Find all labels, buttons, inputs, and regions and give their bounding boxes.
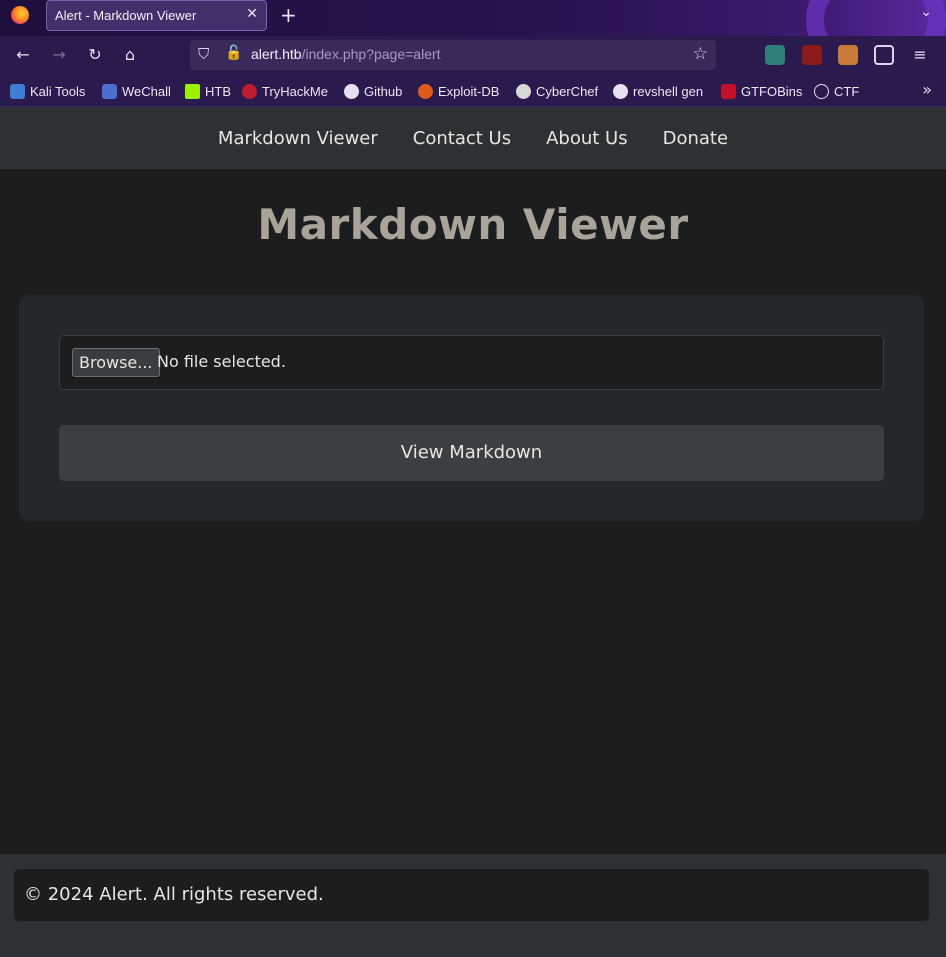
bookmark-htb[interactable]: HTB — [185, 82, 231, 100]
url-text[interactable]: alert.htb/index.php?page=alert — [251, 46, 441, 62]
bookmark-gtfobins[interactable]: GTFOBins — [721, 82, 802, 100]
forward-icon[interactable]: → — [48, 45, 70, 65]
bookmark-label: WeChall — [122, 83, 171, 99]
bookmark-label: Kali Tools — [30, 83, 86, 99]
more-bookmarks-icon[interactable]: » — [922, 80, 932, 99]
bookmark-tryhackme[interactable]: TryHackMe — [242, 82, 328, 100]
bookmark-cyberchef[interactable]: CyberChef — [516, 82, 598, 100]
new-tab-icon[interactable]: + — [280, 3, 297, 27]
home-icon[interactable]: ⌂ — [119, 45, 141, 65]
bookmark-ctf[interactable]: CTF — [814, 82, 859, 100]
ublock-origin-icon[interactable] — [802, 45, 822, 65]
nav-donate[interactable]: Donate — [663, 128, 728, 149]
htb-icon — [185, 83, 200, 99]
tracking-protection-icon[interactable]: ⛉ — [198, 45, 209, 63]
bookmark-label: HTB — [205, 83, 231, 99]
footer-box: © 2024 Alert. All rights reserved. — [14, 869, 929, 921]
bookmark-revshell-gen[interactable]: revshell gen — [613, 82, 703, 100]
tryhackme-icon — [242, 83, 257, 99]
bookmark-label: revshell gen — [633, 83, 704, 99]
bookmark-label: CTF — [834, 83, 860, 99]
list-tabs-icon[interactable]: ⌄ — [920, 4, 932, 20]
globe-icon — [814, 83, 829, 99]
nav-about-us[interactable]: About Us — [546, 128, 628, 149]
bookmark-star-icon[interactable]: ☆ — [693, 44, 708, 64]
reload-icon[interactable]: ↻ — [84, 45, 106, 65]
url-bar[interactable]: ⛉ 🔓 alert.htb/index.php?page=alert ☆ — [190, 40, 716, 70]
kali-icon — [10, 83, 25, 99]
page-title: Markdown Viewer — [257, 200, 689, 249]
skull-icon — [613, 83, 628, 99]
file-input[interactable]: Browse... No file selected. — [59, 335, 884, 390]
close-tab-icon[interactable]: ✕ — [246, 6, 258, 22]
extension-glasses-icon[interactable] — [765, 45, 785, 65]
firefox-icon[interactable] — [11, 6, 29, 24]
bookmarks-toolbar: Kali Tools WeChall HTB TryHackMe Github … — [0, 74, 946, 107]
upload-form: Browse... No file selected. View Markdow… — [19, 295, 924, 521]
url-host: alert.htb — [251, 46, 302, 62]
wechall-icon — [102, 83, 117, 99]
bookmark-kali-tools[interactable]: Kali Tools — [10, 82, 85, 100]
site-navigation: Markdown Viewer Contact Us About Us Dona… — [0, 107, 946, 169]
tab-bar: Alert - Markdown Viewer ✕ + ⌄ — [0, 0, 946, 36]
extension-cookie-icon[interactable] — [838, 45, 858, 65]
footer: © 2024 Alert. All rights reserved. — [0, 854, 946, 957]
tab-title: Alert - Markdown Viewer — [55, 8, 197, 23]
github-icon — [344, 83, 359, 99]
insecure-lock-icon[interactable]: 🔓 — [225, 45, 242, 61]
bookmark-label: Exploit-DB — [438, 83, 500, 99]
bookmark-label: Github — [364, 83, 403, 99]
gtfobins-icon — [721, 83, 736, 99]
url-path: /index.php?page=alert — [301, 46, 441, 62]
back-icon[interactable]: ← — [12, 45, 34, 65]
browse-button[interactable]: Browse... — [72, 348, 160, 377]
bookmark-label: GTFOBins — [741, 83, 803, 99]
nav-contact-us[interactable]: Contact Us — [413, 128, 511, 149]
menu-hamburger-icon[interactable]: ≡ — [909, 45, 931, 65]
exploitdb-icon — [418, 83, 433, 99]
bookmark-exploit-db[interactable]: Exploit-DB — [418, 82, 499, 100]
cyberchef-icon — [516, 83, 531, 99]
bookmark-wechall[interactable]: WeChall — [102, 82, 171, 100]
active-tab[interactable]: Alert - Markdown Viewer ✕ — [46, 0, 267, 31]
extensions-puzzle-icon[interactable] — [874, 45, 894, 65]
view-markdown-button[interactable]: View Markdown — [59, 425, 884, 481]
copyright-text: © 2024 Alert. All rights reserved. — [24, 884, 324, 905]
bookmark-github[interactable]: Github — [344, 82, 402, 100]
file-status: No file selected. — [157, 352, 286, 371]
bookmark-label: TryHackMe — [262, 83, 328, 99]
nav-markdown-viewer[interactable]: Markdown Viewer — [218, 128, 378, 149]
bookmark-label: CyberChef — [536, 83, 599, 99]
